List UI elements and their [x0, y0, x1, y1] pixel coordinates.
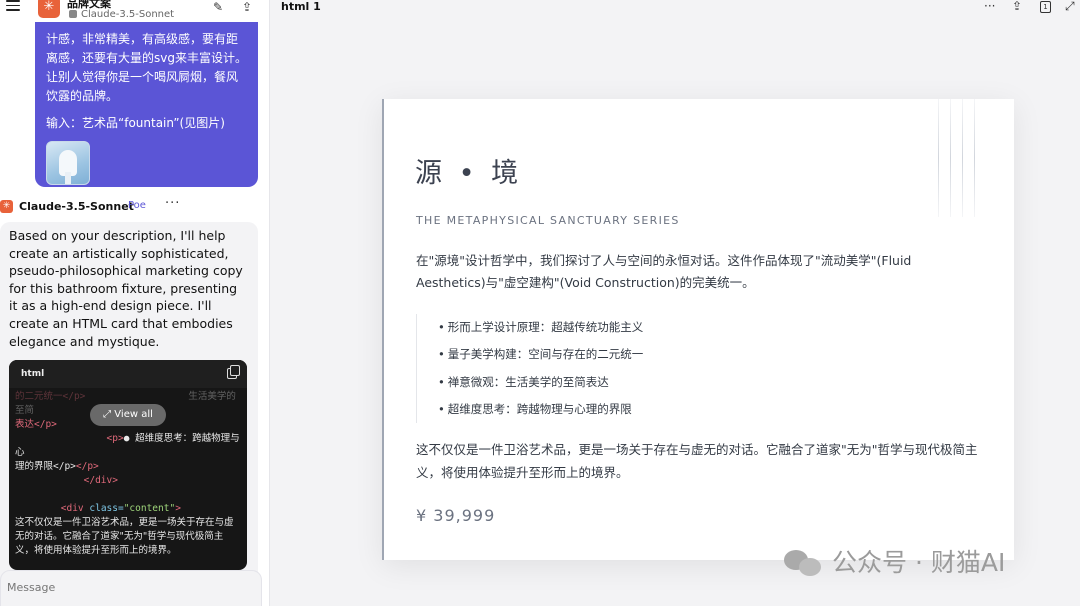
code-string: "content": [123, 503, 176, 514]
fountain-image-thumbnail[interactable]: [46, 141, 90, 185]
copy-icon[interactable]: [227, 365, 240, 379]
user-message-input-line: 输入：艺术品“fountain”(见图片): [46, 116, 225, 130]
bot-name[interactable]: Claude-3.5-Sonnet: [19, 200, 134, 213]
code-tag: <p>: [106, 433, 124, 444]
bot-message-text: Based on your description, I'll help cre…: [9, 228, 243, 349]
bot-message-bubble: Based on your description, I'll help cre…: [0, 222, 258, 602]
code-attr: class=: [89, 503, 124, 514]
watermark-text: 公众号 · 财猫AI: [832, 548, 1006, 577]
bot-avatar-small[interactable]: ✳: [0, 200, 13, 213]
more-options-icon[interactable]: ···: [165, 196, 180, 211]
share-icon[interactable]: ⇪: [1012, 0, 1022, 13]
code-line: </div>: [83, 475, 118, 486]
more-options-icon[interactable]: ···: [984, 0, 995, 13]
code-line: 这不仅仅是一件卫浴艺术品，更是一场关于存在与虚无的对话。它融合了道家"无为"哲学…: [15, 517, 234, 556]
preview-title: html 1: [281, 0, 321, 13]
watermark: 公众号 · 财猫AI: [784, 546, 1054, 580]
message-input[interactable]: [7, 581, 207, 594]
expand-icon[interactable]: ⤢: [1065, 0, 1075, 14]
new-chat-icon[interactable]: ✎: [211, 0, 225, 14]
feature-item: 超维度思考：跨越物理与心理的界限: [438, 396, 716, 423]
feature-item: 禅意微观：生活美学的至简表达: [438, 369, 716, 396]
menu-icon[interactable]: [6, 0, 20, 12]
poe-badge: Poe: [128, 200, 146, 211]
feature-list: 形而上学设计原理：超越传统功能主义 量子美学构建：空间与存在的二元统一 禅意微观…: [416, 314, 716, 424]
chat-panel: 计感，非常精美，有高级感，要有距离感，还要有大量的svg来丰富设计。让别人觉得你…: [0, 0, 270, 606]
user-message-text: 计感，非常精美，有高级感，要有距离感，还要有大量的svg来丰富设计。让别人觉得你…: [46, 32, 247, 103]
bot-subtitle: Claude-3.5-Sonnet: [69, 9, 174, 20]
preview-header: html 1 ··· ⇪ 1 ⤢: [271, 0, 1080, 16]
card-price: ¥ 39,999: [416, 506, 496, 525]
view-all-button[interactable]: ⤢ View all: [90, 404, 166, 426]
page-number-icon[interactable]: 1: [1040, 1, 1051, 13]
card-subtitle: THE METAPHYSICAL SANCTUARY SERIES: [416, 214, 680, 227]
feature-item: 量子美学构建：空间与存在的二元统一: [438, 341, 716, 368]
code-language-label: html: [21, 369, 45, 379]
code-content: 的二元统一</p> 生活美学的至简 表达</p> <p>● 超维度思考：跨越物理…: [9, 388, 247, 558]
code-line: 表达</p>: [15, 419, 57, 430]
code-line: ● 超维度思考：跨越物理与心: [15, 433, 240, 458]
shield-icon: [69, 10, 77, 18]
chat-header: ✳ 品牌文案 Claude-3.5-Sonnet ✎ ⇪: [0, 0, 269, 22]
code-block-header: html: [9, 360, 247, 388]
user-message-bubble: 计感，非常精美，有高级感，要有距离感，还要有大量的svg来丰富设计。让别人觉得你…: [35, 0, 258, 187]
bot-message-header: ✳ Claude-3.5-Sonnet Poe ···: [0, 196, 269, 215]
code-block: html 的二元统一</p> 生活美学的至简 表达</p> <p>● 超维度思考…: [9, 360, 247, 570]
code-tag: </p>: [75, 461, 99, 472]
feature-item: 形而上学设计原理：超越传统功能主义: [438, 314, 716, 341]
product-card: 源 • 境 THE METAPHYSICAL SANCTUARY SERIES …: [382, 99, 1014, 560]
wechat-icon: [784, 548, 824, 578]
card-intro: 在"源境"设计哲学中，我们探讨了人与空间的永恒对话。这件作品体现了"流动美学"(…: [416, 253, 912, 290]
code-line: 的二元统一</p>: [15, 391, 86, 402]
bot-subtitle-label: Claude-3.5-Sonnet: [81, 9, 175, 20]
code-tag: <div: [60, 503, 90, 514]
card-closing: 这不仅仅是一件卫浴艺术品，更是一场关于存在与虚无的对话。它融合了道家"无为"哲学…: [416, 442, 978, 480]
view-all-label: View all: [114, 409, 153, 420]
share-icon[interactable]: ⇪: [240, 0, 254, 14]
code-line: 理的界限</p>: [15, 461, 76, 472]
decorative-lines: [938, 99, 978, 217]
bot-avatar[interactable]: ✳: [38, 0, 60, 18]
code-tag: >: [175, 503, 181, 514]
message-composer[interactable]: [0, 570, 262, 606]
card-title: 源 • 境: [415, 158, 523, 189]
